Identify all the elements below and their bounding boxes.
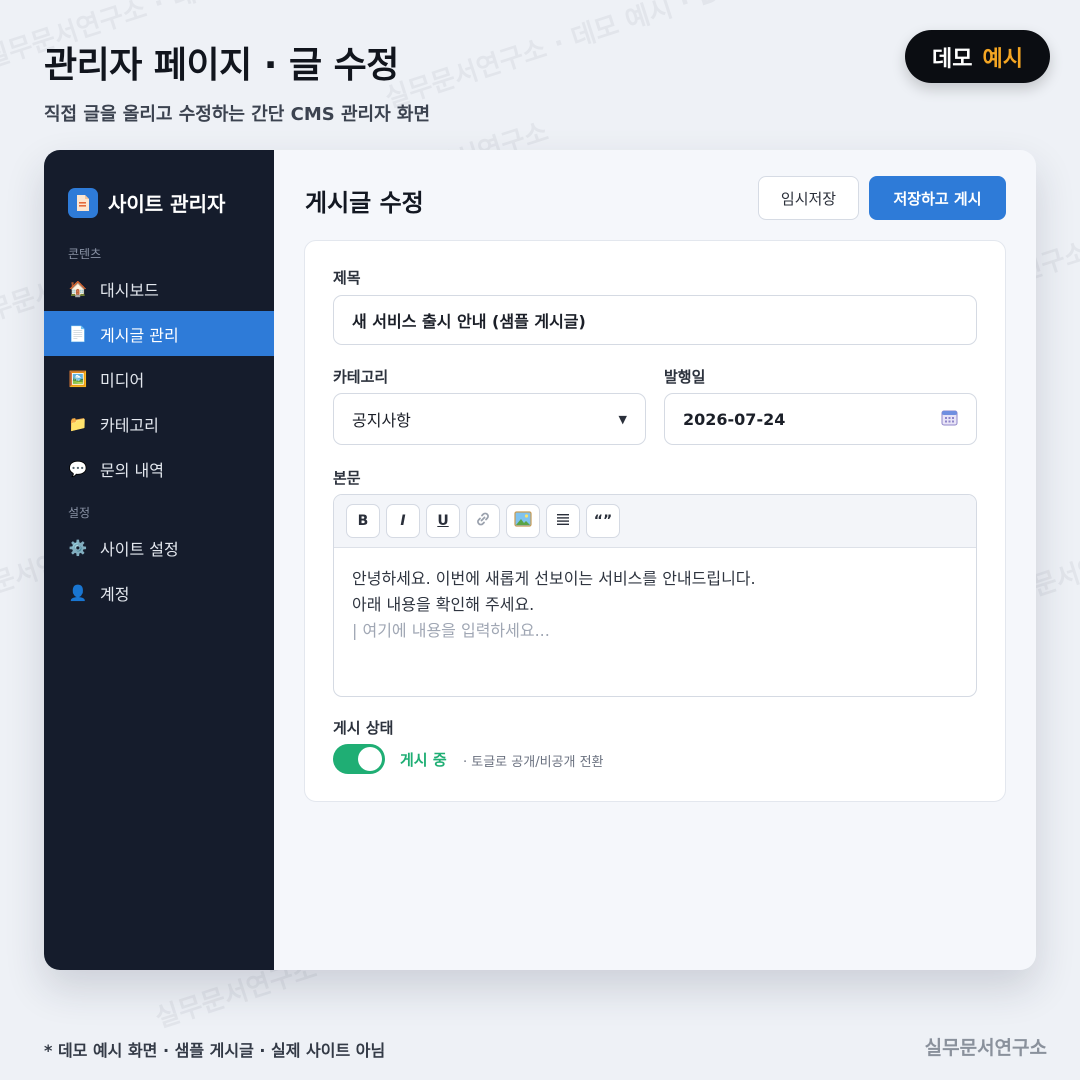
demo-badge: 데모 예시 <box>905 30 1050 83</box>
sidebar-item-label: 미디어 <box>100 370 145 390</box>
draft-save-button[interactable]: 임시저장 <box>758 176 859 220</box>
page-header: 관리자 페이지 · 글 수정 직접 글을 올리고 수정하는 간단 CMS 관리자… <box>44 36 430 126</box>
calendar-icon[interactable] <box>941 409 958 430</box>
sidebar-item-category[interactable]: 📁 카테고리 <box>44 401 274 446</box>
sidebar-item-label: 카테고리 <box>100 415 159 435</box>
sidebar-item-label: 사이트 설정 <box>100 539 179 559</box>
bold-button[interactable]: B <box>346 504 380 538</box>
save-and-publish-button[interactable]: 저장하고 게시 <box>869 176 1006 220</box>
watermark-text: 실무문서연구소 · 데모 예시 · DEMO · 실무문서연구소 <box>381 0 973 115</box>
body-label: 본문 <box>333 469 361 487</box>
sidebar-item-label: 문의 내역 <box>100 460 164 480</box>
dropdown-caret-icon: ▼ <box>618 412 627 426</box>
editor-content[interactable]: 안녕하세요. 이번에 새롭게 선보이는 서비스를 안내드립니다. 아래 내용을 … <box>334 548 976 662</box>
link-icon <box>475 511 491 531</box>
publish-status-label: 게시 상태 <box>333 719 394 737</box>
publish-date-input[interactable]: 2026-07-24 <box>664 393 977 445</box>
category-select[interactable]: 공지사항 ▼ <box>333 393 646 445</box>
editor-toolbar: B I U “” <box>334 495 976 548</box>
quote-icon: “” <box>593 513 613 529</box>
publish-status-value: 게시 중 <box>400 751 447 769</box>
list-icon <box>556 512 570 530</box>
publish-status-hint: · 토글로 공개/비공개 전환 <box>463 755 604 770</box>
sidebar-item-account[interactable]: 👤 계정 <box>44 570 274 615</box>
sidebar-brand-title: 사이트 관리자 <box>108 192 226 216</box>
admin-window: 사이트 관리자 콘텐츠 🏠 대시보드 📄 게시글 관리 🖼️ 미디어 📁 카테고… <box>44 150 1036 970</box>
publish-status-toggle[interactable] <box>333 744 385 774</box>
image-icon <box>514 511 532 531</box>
editor-placeholder: | 여기에 내용을 입력하세요... <box>352 621 550 640</box>
category-label: 카테고리 <box>333 368 389 386</box>
sidebar-item-label: 게시글 관리 <box>100 325 179 345</box>
sidebar-item-dashboard[interactable]: 🏠 대시보드 <box>44 266 274 311</box>
toggle-knob <box>358 747 382 771</box>
user-icon: 👤 <box>68 583 88 602</box>
sidebar-item-media[interactable]: 🖼️ 미디어 <box>44 356 274 401</box>
sidebar-item-posts[interactable]: 📄 게시글 관리 <box>44 311 274 356</box>
post-form-card: 제목 새 서비스 출시 안내 (샘플 게시글) 카테고리 공지사항 ▼ 발행일 … <box>304 240 1006 802</box>
publish-date-value: 2026-07-24 <box>683 409 786 429</box>
title-input[interactable]: 새 서비스 출시 안내 (샘플 게시글) <box>333 295 977 345</box>
document-icon: 📄 <box>68 324 88 343</box>
publish-date-label: 발행일 <box>664 368 706 386</box>
italic-button[interactable]: I <box>386 504 420 538</box>
sidebar-item-label: 계정 <box>100 584 130 604</box>
footer-brand: 실무문서연구소 <box>924 1037 1047 1059</box>
demo-badge-accent: 예시 <box>982 46 1023 72</box>
image-icon: 🖼️ <box>68 369 88 388</box>
quote-button[interactable]: “” <box>586 504 620 538</box>
sidebar-brand[interactable]: 사이트 관리자 <box>44 150 274 230</box>
title-label: 제목 <box>333 269 361 287</box>
category-value: 공지사항 <box>352 411 411 430</box>
main-content: 게시글 수정 임시저장 저장하고 게시 제목 새 서비스 출시 안내 (샘플 게… <box>274 150 1036 970</box>
gear-icon: ⚙️ <box>68 538 88 557</box>
main-title: 게시글 수정 <box>305 189 424 217</box>
underline-button[interactable]: U <box>426 504 460 538</box>
footer-note: * 데모 예시 화면 · 샘플 게시글 · 실제 사이트 아님 <box>44 1041 386 1060</box>
page-subtitle: 직접 글을 올리고 수정하는 간단 CMS 관리자 화면 <box>44 104 431 125</box>
sidebar-section-content: 콘텐츠 <box>68 247 102 261</box>
house-icon: 🏠 <box>68 279 88 298</box>
page-title: 관리자 페이지 · 글 수정 <box>44 45 399 86</box>
editor-line: 안녕하세요. 이번에 새롭게 선보이는 서비스를 안내드립니다. <box>352 569 756 588</box>
sidebar-item-site-settings[interactable]: ⚙️ 사이트 설정 <box>44 525 274 570</box>
sidebar-item-label: 대시보드 <box>100 280 159 300</box>
rich-text-editor: B I U “” 안녕하세요. 이번에 새롭게 선보이는 서비스를 안내드립니다… <box>333 494 977 697</box>
speech-bubble-icon: 💬 <box>68 459 88 478</box>
insert-image-button[interactable] <box>506 504 540 538</box>
sidebar-item-inquiries[interactable]: 💬 문의 내역 <box>44 446 274 491</box>
folder-icon: 📁 <box>68 414 88 433</box>
sidebar: 사이트 관리자 콘텐츠 🏠 대시보드 📄 게시글 관리 🖼️ 미디어 📁 카테고… <box>44 150 274 970</box>
sidebar-section-settings: 설정 <box>68 506 91 520</box>
demo-badge-primary: 데모 <box>932 46 973 72</box>
document-app-icon <box>68 187 98 218</box>
list-button[interactable] <box>546 504 580 538</box>
editor-line: 아래 내용을 확인해 주세요. <box>352 595 535 614</box>
link-button[interactable] <box>466 504 500 538</box>
